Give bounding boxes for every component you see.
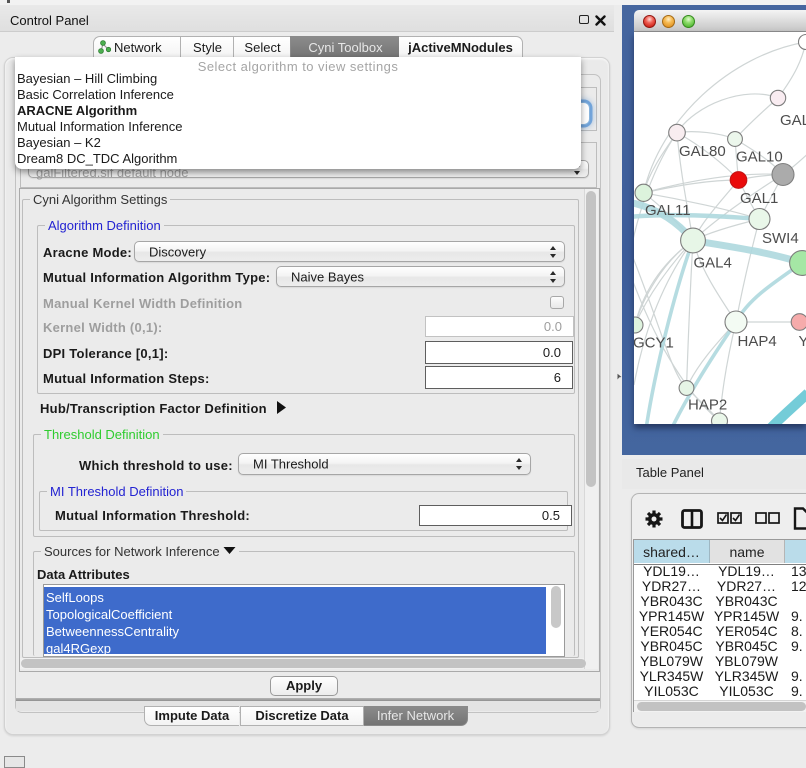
svg-text:HAP4: HAP4: [738, 333, 777, 350]
svg-text:GAL11: GAL11: [645, 202, 691, 219]
svg-text:GAL1: GAL1: [740, 190, 778, 207]
svg-text:GAL80: GAL80: [679, 143, 726, 160]
svg-text:HAP2: HAP2: [688, 397, 727, 414]
svg-text:GAL7: GAL7: [780, 112, 806, 129]
svg-text:GAL10: GAL10: [736, 149, 783, 166]
svg-text:YM: YM: [799, 333, 806, 350]
svg-text:SWI4: SWI4: [762, 230, 799, 247]
svg-text:GAL4: GAL4: [694, 255, 732, 272]
svg-text:GCY1: GCY1: [634, 335, 674, 352]
